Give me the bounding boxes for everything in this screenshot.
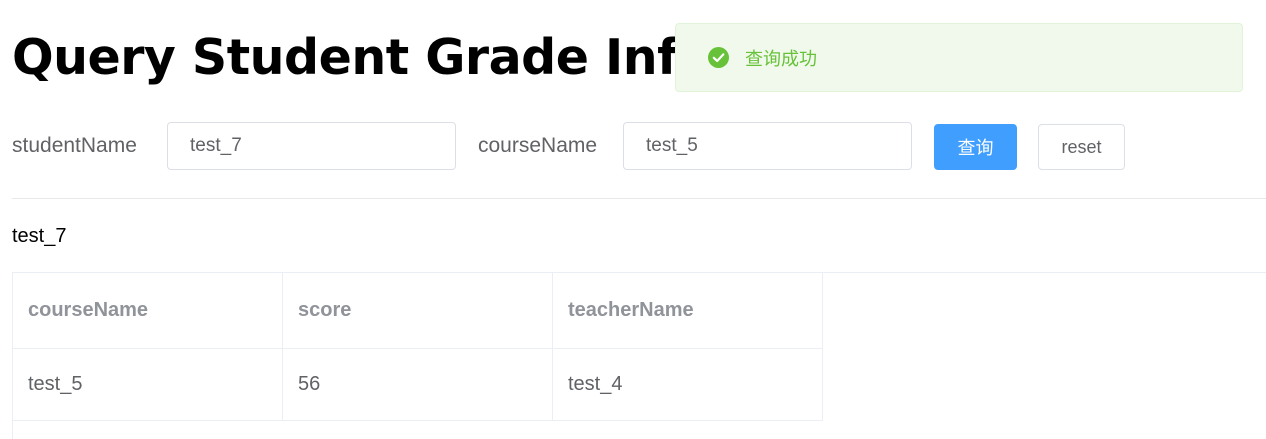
table-header-row: courseName score teacherName xyxy=(12,272,823,349)
result-student-name: test_7 xyxy=(12,225,67,247)
grade-table: courseName score teacherName test_5 56 t… xyxy=(12,272,823,421)
divider xyxy=(12,198,1266,199)
column-header-score: score xyxy=(282,272,553,349)
cell-course-name: test_5 xyxy=(12,348,283,421)
query-button[interactable]: 查询 xyxy=(934,124,1017,170)
column-header-teacher-name: teacherName xyxy=(552,272,823,349)
cell-teacher-name: test_4 xyxy=(552,348,823,421)
table-row: test_5 56 test_4 xyxy=(12,348,823,421)
cell-score: 56 xyxy=(282,348,553,421)
reset-button[interactable]: reset xyxy=(1038,124,1125,170)
student-name-label: studentName xyxy=(12,134,137,157)
page-title: Query Student Grade Info xyxy=(12,29,712,86)
success-message: 查询成功 xyxy=(675,23,1243,92)
student-name-input[interactable] xyxy=(167,122,456,170)
page: Query Student Grade Info 查询成功 studentNam… xyxy=(0,0,1266,439)
success-message-text: 查询成功 xyxy=(745,48,817,70)
check-circle-icon xyxy=(708,47,729,68)
table-left-border xyxy=(12,419,13,439)
course-name-input[interactable] xyxy=(623,122,912,170)
course-name-label: courseName xyxy=(478,134,598,157)
column-header-course-name: courseName xyxy=(12,272,283,349)
query-form: studentName courseName 查询 reset xyxy=(0,122,1266,170)
